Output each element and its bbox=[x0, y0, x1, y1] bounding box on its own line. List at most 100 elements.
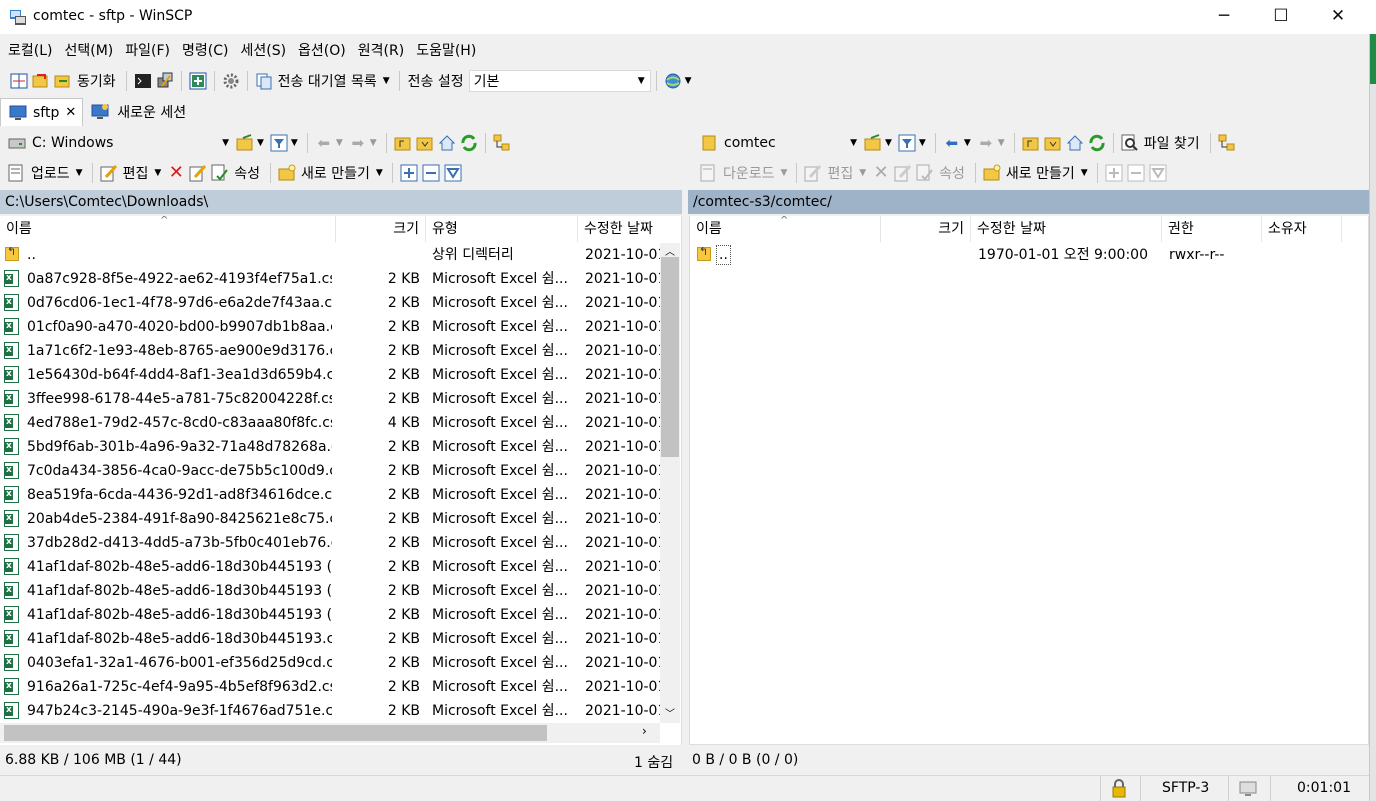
list-item[interactable]: 41af1daf-802b-48e5-add6-18d30b445193.csv… bbox=[0, 627, 660, 651]
upload-button[interactable]: 업로드 bbox=[31, 163, 70, 183]
select-files-icon[interactable] bbox=[400, 164, 418, 182]
putty-icon[interactable] bbox=[156, 72, 174, 90]
menu-command[interactable]: 명령(C) bbox=[182, 40, 228, 60]
left-drive-select[interactable]: C: Windows ▼ bbox=[28, 132, 234, 154]
column-date[interactable]: 수정한 날짜 bbox=[971, 216, 1162, 242]
forward-arrow-icon[interactable]: ➡ bbox=[977, 134, 995, 152]
download-button[interactable]: 다운로드 bbox=[723, 163, 775, 183]
chevron-down-icon[interactable]: ▼ bbox=[257, 138, 264, 148]
properties-button[interactable]: 속성 bbox=[234, 163, 260, 183]
find-files-button[interactable]: 파일 찾기 bbox=[1144, 133, 1200, 153]
scroll-up-icon[interactable]: ︿ bbox=[660, 243, 680, 258]
menu-remote[interactable]: 원격(R) bbox=[358, 40, 404, 60]
back-arrow-icon[interactable]: ⬅ bbox=[315, 134, 333, 152]
chevron-down-icon[interactable]: ▼ bbox=[964, 138, 971, 148]
list-item[interactable]: 20ab4de5-2384-491f-8a90-8425621e8c75.csv… bbox=[0, 507, 660, 531]
scroll-thumb[interactable] bbox=[4, 725, 547, 741]
properties-icon[interactable] bbox=[211, 164, 229, 182]
list-item[interactable]: 0403efa1-32a1-4676-b001-ef356d25d9cd.csv… bbox=[0, 651, 660, 675]
delete-icon[interactable]: ✕ bbox=[167, 164, 185, 182]
tree-view-icon[interactable] bbox=[1218, 134, 1236, 152]
refresh-icon[interactable] bbox=[1088, 134, 1106, 152]
menu-help[interactable]: 도움말(H) bbox=[416, 40, 476, 60]
list-item[interactable]: 5bd9f6ab-301b-4a96-9a32-71a48d78268a.csv… bbox=[0, 435, 660, 459]
filter-icon[interactable] bbox=[270, 134, 288, 152]
scroll-right-icon[interactable]: › bbox=[642, 724, 647, 738]
chevron-down-icon[interactable]: ▼ bbox=[336, 138, 343, 148]
chevron-down-icon[interactable]: ▼ bbox=[383, 76, 390, 86]
list-item[interactable]: 1e56430d-b64f-4dd4-8af1-3ea1d3d659b4.csv… bbox=[0, 363, 660, 387]
menu-options[interactable]: 옵션(O) bbox=[298, 40, 346, 60]
new-folder-icon[interactable] bbox=[983, 164, 1001, 182]
synchronize-button[interactable]: 동기화 bbox=[77, 71, 116, 91]
minimize-button[interactable]: ─ bbox=[1201, 0, 1247, 32]
list-item-parent[interactable]: .. 1970-01-01 오전 9:00:00 rwxr--r-- bbox=[690, 243, 1350, 267]
home-icon[interactable] bbox=[1066, 134, 1084, 152]
edit-icon[interactable] bbox=[804, 164, 822, 182]
list-item[interactable]: 41af1daf-802b-48e5-add6-18d30b445193 (..… bbox=[0, 579, 660, 603]
synchronize-browse-icon[interactable] bbox=[32, 72, 50, 90]
chevron-down-icon[interactable]: ▼ bbox=[370, 138, 377, 148]
find-files-icon[interactable] bbox=[1121, 134, 1139, 152]
parent-directory-icon[interactable] bbox=[394, 134, 412, 152]
chevron-down-icon[interactable]: ▼ bbox=[885, 138, 892, 148]
chevron-down-icon[interactable]: ▼ bbox=[291, 138, 298, 148]
left-vertical-scrollbar[interactable]: ︿ ﹀ bbox=[660, 243, 680, 723]
list-item[interactable]: 8ea519fa-6cda-4436-92d1-ad8f34616dce.csv… bbox=[0, 483, 660, 507]
chevron-down-icon[interactable]: ▼ bbox=[1081, 168, 1088, 178]
right-folder-select[interactable]: comtec ▼ bbox=[720, 132, 862, 154]
synchronize-icon[interactable] bbox=[54, 72, 72, 90]
chevron-down-icon[interactable]: ▼ bbox=[919, 138, 926, 148]
menu-select[interactable]: 선택(M) bbox=[64, 40, 113, 60]
column-size[interactable]: 크기 bbox=[881, 216, 971, 242]
close-button[interactable]: ✕ bbox=[1315, 0, 1361, 32]
list-item[interactable]: 41af1daf-802b-48e5-add6-18d30b445193 (..… bbox=[0, 603, 660, 627]
gear-icon[interactable] bbox=[222, 72, 240, 90]
filter-files-icon[interactable] bbox=[1149, 164, 1167, 182]
chevron-down-icon[interactable]: ▼ bbox=[76, 168, 83, 178]
list-item[interactable]: 0a87c928-8f5e-4922-ae62-4193f4ef75a1.csv… bbox=[0, 267, 660, 291]
list-item[interactable]: 01cf0a90-a470-4020-bd00-b9907db1b8aa.csv… bbox=[0, 315, 660, 339]
column-type[interactable]: 유형 bbox=[426, 216, 578, 242]
list-item[interactable]: 41af1daf-802b-48e5-add6-18d30b445193 (..… bbox=[0, 555, 660, 579]
menu-local[interactable]: 로컬(L) bbox=[8, 40, 52, 60]
list-item-parent[interactable]: .. 상위 디렉터리 2021-10-01 bbox=[0, 243, 660, 267]
unselect-files-icon[interactable] bbox=[422, 164, 440, 182]
filter-icon[interactable] bbox=[898, 134, 916, 152]
list-item[interactable]: 3ffee998-6178-44e5-a781-75c82004228f.csv… bbox=[0, 387, 660, 411]
scroll-down-icon[interactable]: ﹀ bbox=[660, 705, 680, 720]
open-folder-icon[interactable] bbox=[864, 134, 882, 152]
column-rights[interactable]: 권한 bbox=[1162, 216, 1262, 242]
compare-directories-icon[interactable] bbox=[10, 72, 28, 90]
root-directory-icon[interactable] bbox=[416, 134, 434, 152]
new-button[interactable]: 새로 만들기 bbox=[301, 163, 370, 183]
chevron-down-icon[interactable]: ▼ bbox=[781, 168, 788, 178]
console-icon[interactable] bbox=[134, 72, 152, 90]
maximize-button[interactable]: ☐ bbox=[1258, 0, 1304, 32]
forward-arrow-icon[interactable]: ➡ bbox=[349, 134, 367, 152]
globe-icon[interactable] bbox=[664, 72, 682, 90]
column-size[interactable]: 크기 bbox=[336, 216, 426, 242]
hidden-files-status[interactable]: 1 숨김 bbox=[634, 752, 673, 772]
list-item[interactable]: 0d76cd06-1ec1-4f78-97d6-e6a2de7f43aa.csv… bbox=[0, 291, 660, 315]
column-owner[interactable]: 소유자 bbox=[1262, 216, 1342, 242]
list-item[interactable]: 916a26a1-725c-4ef4-9a95-4b5ef8f963d2.csv… bbox=[0, 675, 660, 699]
left-horizontal-scrollbar[interactable]: › bbox=[0, 723, 660, 743]
transfer-settings-select[interactable]: 기본 ▼ bbox=[468, 70, 651, 92]
download-icon[interactable] bbox=[700, 164, 718, 182]
left-path-bar[interactable]: C:\Users\Comtec\Downloads\ bbox=[0, 190, 682, 214]
chevron-down-icon[interactable]: ▼ bbox=[376, 168, 383, 178]
open-folder-icon[interactable] bbox=[236, 134, 254, 152]
upload-icon[interactable] bbox=[8, 164, 26, 182]
root-directory-icon[interactable] bbox=[1044, 134, 1062, 152]
list-item[interactable]: 947b24c3-2145-490a-9e3f-1f4676ad751e.csv… bbox=[0, 699, 660, 723]
parent-directory-icon[interactable] bbox=[1022, 134, 1040, 152]
new-button[interactable]: 새로 만들기 bbox=[1006, 163, 1075, 183]
rename-icon[interactable] bbox=[189, 164, 207, 182]
select-files-icon[interactable] bbox=[1105, 164, 1123, 182]
scroll-thumb[interactable] bbox=[661, 257, 679, 457]
properties-button[interactable]: 속성 bbox=[939, 163, 965, 183]
chevron-down-icon[interactable]: ▼ bbox=[859, 168, 866, 178]
list-item[interactable]: 7c0da434-3856-4ca0-9acc-de75b5c100d9.csv… bbox=[0, 459, 660, 483]
rename-icon[interactable] bbox=[894, 164, 912, 182]
